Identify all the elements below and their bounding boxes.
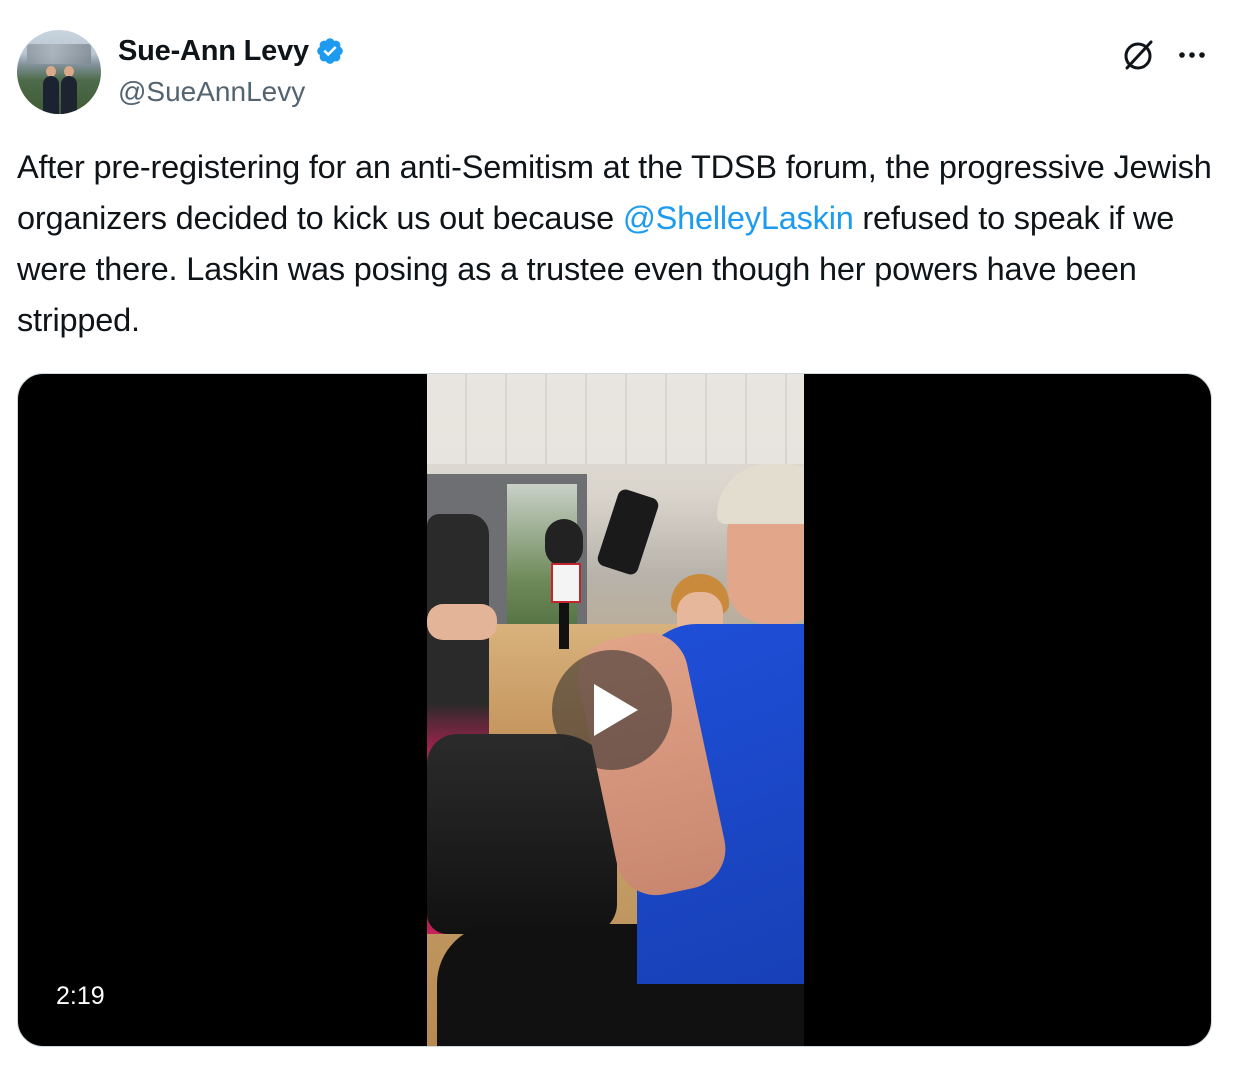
play-button[interactable]: [552, 650, 672, 770]
grok-icon[interactable]: [1118, 35, 1158, 75]
avatar-person: [61, 76, 77, 114]
verified-badge-icon[interactable]: [315, 36, 345, 66]
tweet-text: After pre-registering for an anti-Semiti…: [17, 142, 1217, 346]
video-scene: [545, 519, 585, 649]
tweet[interactable]: Sue-Ann Levy @SueAnnLevy After pre-regis…: [0, 0, 1244, 1074]
video-scene: [427, 374, 804, 464]
video-scene: [427, 604, 497, 640]
author-avatar[interactable]: [17, 30, 101, 114]
video-scene: [545, 519, 583, 567]
avatar-background: [27, 44, 91, 64]
video-player[interactable]: 2:19: [17, 373, 1212, 1047]
video-scene: [717, 464, 804, 524]
mention-link[interactable]: @ShelleyLaskin: [623, 200, 854, 236]
author-display-name[interactable]: Sue-Ann Levy: [118, 35, 309, 68]
video-scene: [559, 603, 569, 649]
avatar-person: [43, 76, 59, 114]
author-name-row[interactable]: Sue-Ann Levy: [118, 32, 345, 70]
play-icon: [594, 684, 638, 736]
author-handle[interactable]: @SueAnnLevy: [118, 76, 305, 108]
video-duration: 2:19: [56, 982, 105, 1010]
video-scene: [551, 563, 581, 603]
more-icon[interactable]: [1172, 35, 1212, 75]
